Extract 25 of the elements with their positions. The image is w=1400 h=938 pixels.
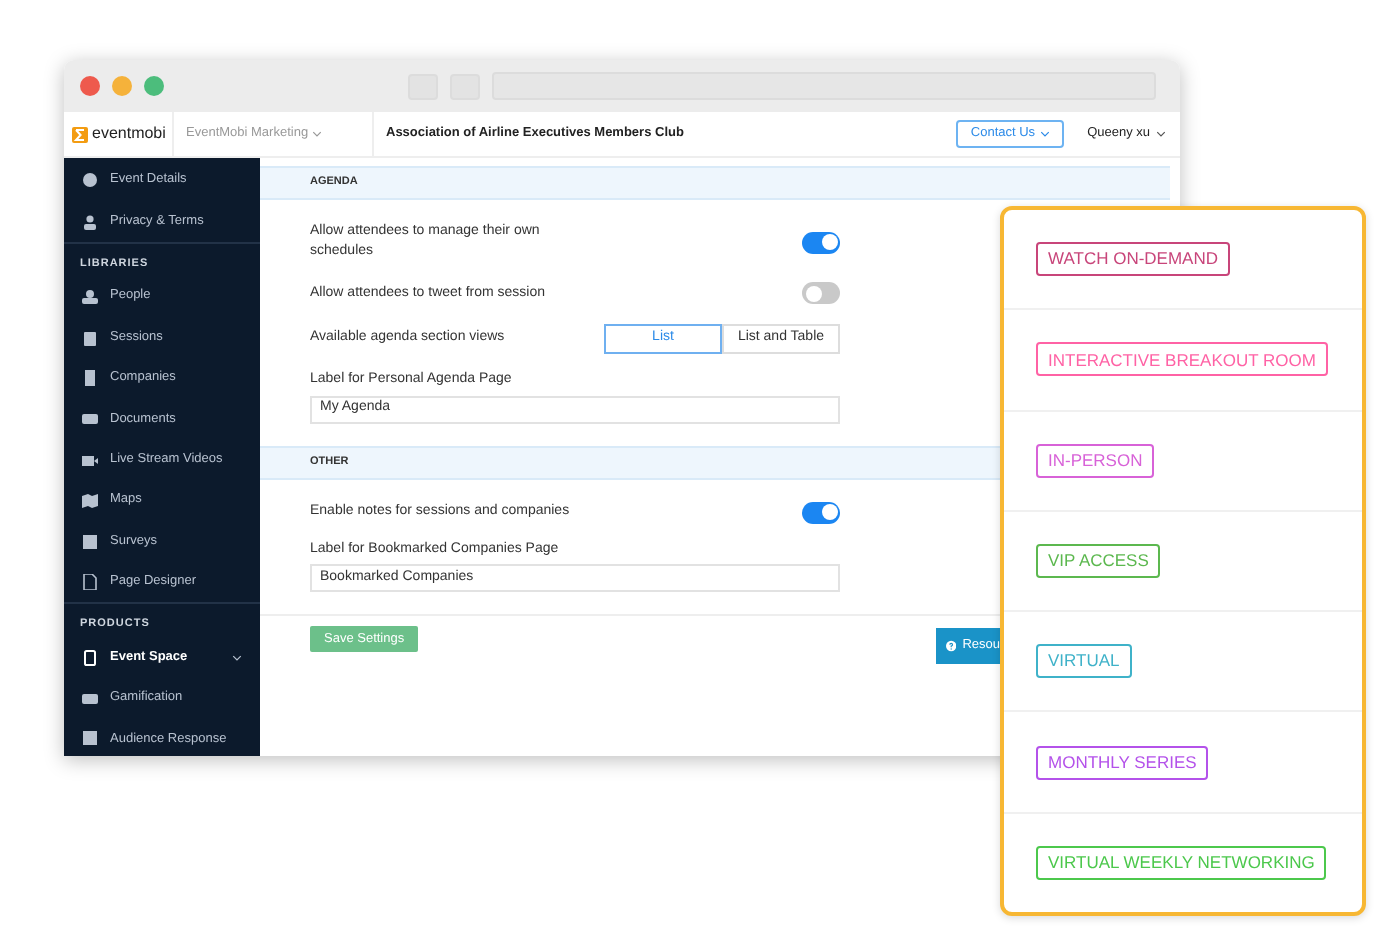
logo-icon — [72, 125, 88, 143]
tag: INTERACTIVE BREAKOUT ROOM — [1036, 342, 1328, 377]
brand-name: eventmobi — [92, 122, 166, 146]
tag: IN-PERSON — [1036, 443, 1155, 478]
chevron-down-icon — [1039, 130, 1050, 138]
tag: VIP ACCESS — [1036, 543, 1161, 578]
help-icon — [946, 640, 957, 652]
tag: VIRTUAL WEEKLY NETWORKING — [1036, 845, 1327, 880]
chevron-down-icon — [232, 653, 242, 662]
chevron-down-icon — [1156, 130, 1166, 138]
chevron-down-icon — [312, 130, 323, 138]
tag: WATCH ON-DEMAND — [1036, 242, 1230, 277]
toggle-switch[interactable] — [802, 501, 840, 523]
toggle-switch[interactable] — [802, 282, 840, 304]
maximize-window-icon[interactable] — [144, 76, 164, 96]
close-window-icon[interactable] — [80, 76, 100, 96]
video-icon — [82, 451, 98, 468]
phone-icon — [82, 649, 98, 666]
user-icon — [82, 213, 98, 230]
tag: VIRTUAL — [1036, 644, 1132, 679]
document-icon — [82, 573, 98, 590]
minimize-window-icon[interactable] — [112, 76, 132, 96]
tag: MONTHLY SERIES — [1036, 745, 1209, 780]
map-icon — [82, 492, 98, 509]
toggle-switch[interactable] — [802, 231, 840, 253]
